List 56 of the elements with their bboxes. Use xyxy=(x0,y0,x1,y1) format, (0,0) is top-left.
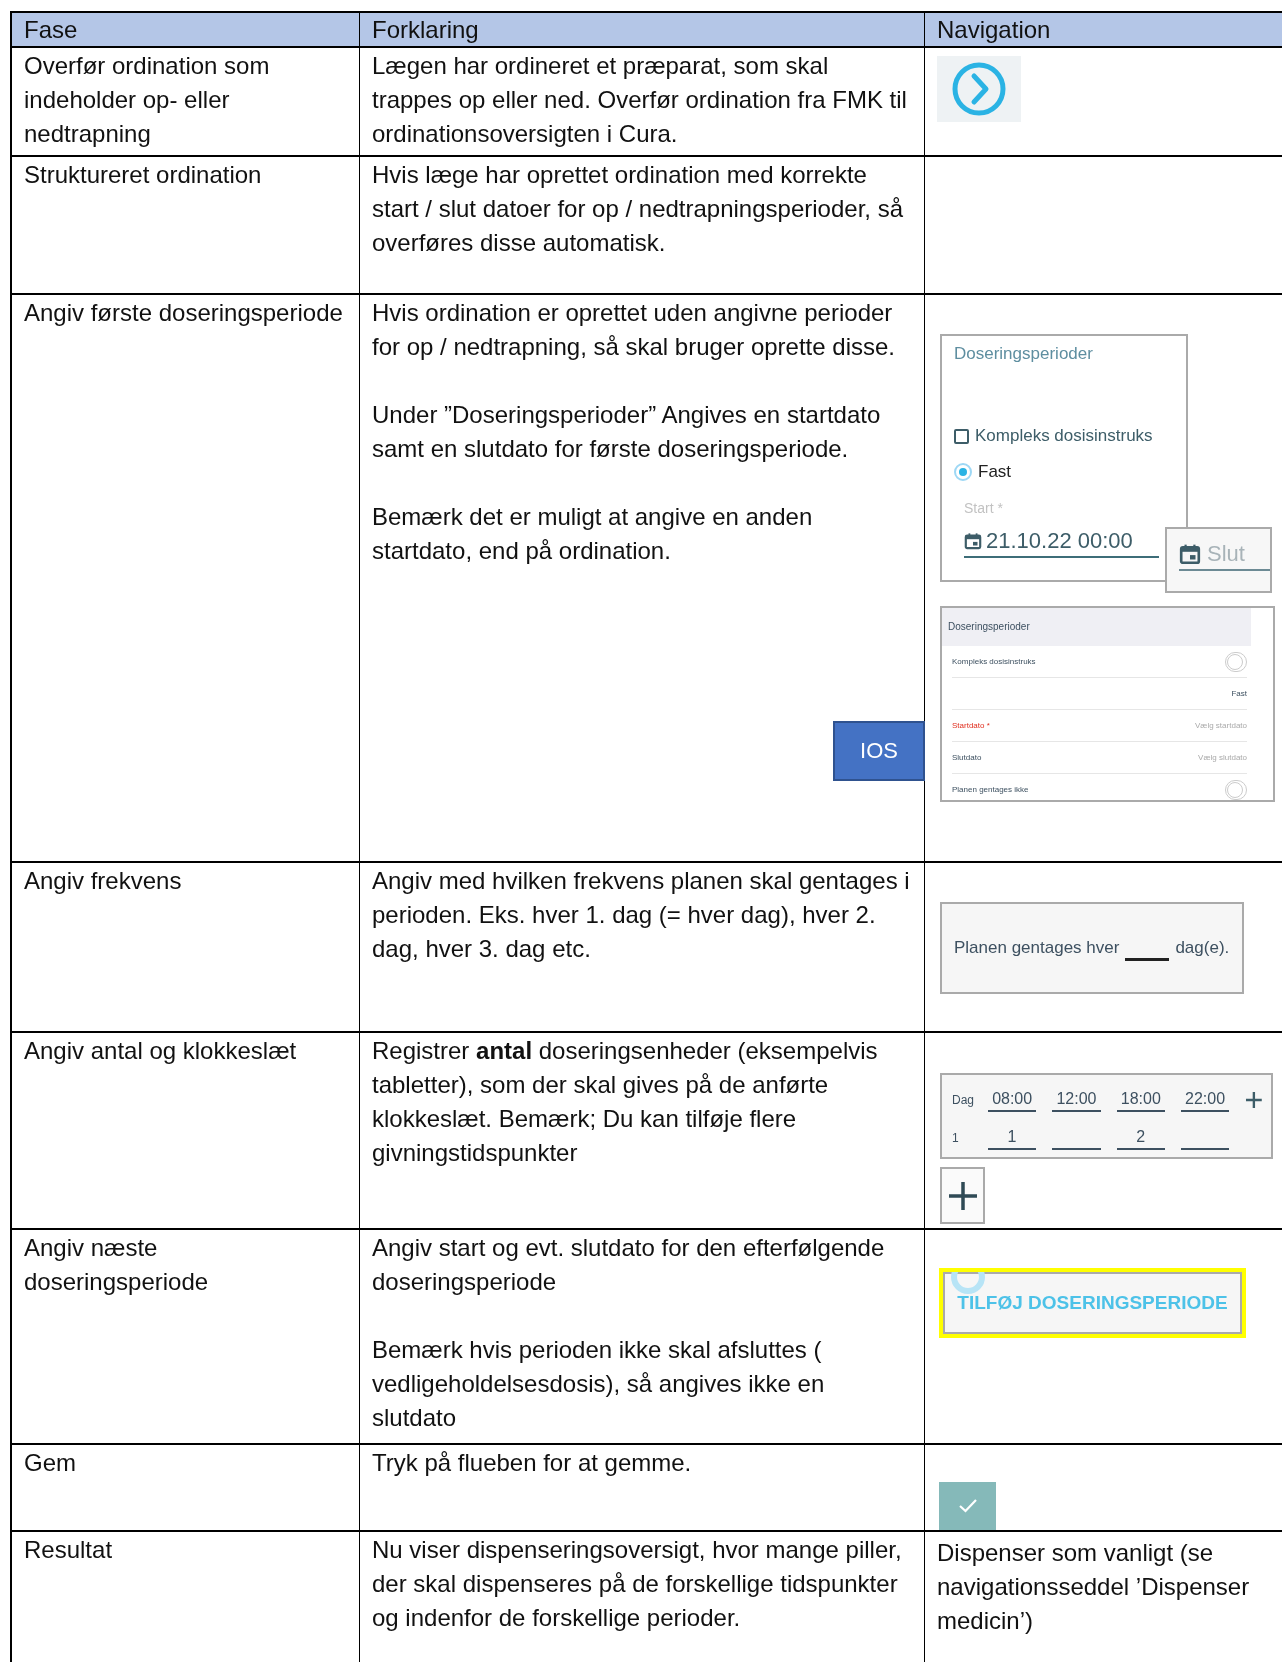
explanation-text: Hvis ordination er oprettet uden angivne perioder for op / nedtrapning, så skal bruger oprette disse. xyxy=(372,298,896,362)
column-header: Fase xyxy=(12,13,360,48)
phase-text: Resultat xyxy=(24,1535,114,1565)
calendar-icon xyxy=(1179,543,1201,565)
field-label: Startdato * xyxy=(952,720,990,731)
frequency-label: Planen gentages hver xyxy=(954,937,1120,959)
explanation-text: Lægen har ordineret et præparat, som skal trappes op eller ned. Overfør ordination fra FMK til ordinationsoversigten i Cura. xyxy=(372,51,908,149)
time-field[interactable]: 12:00 xyxy=(1052,1088,1101,1112)
navigation-text: Dispenser som vanligt (se navigationsseddel ’Dispenser medicin’) xyxy=(937,1538,1251,1636)
explanation-text: Registrer antal doseringsenheder (eksempelvis tabletter), som der skal gives på de anførte klokkeslæt. Bemærk; Du kan tilføje flere givningstidspunkter xyxy=(372,1036,879,1168)
phase-text: Struktureret ordination xyxy=(24,160,263,190)
explanation-text: Under ”Doseringsperioder” Angives en startdato samt en slutdato for første doseringsperiode. xyxy=(372,400,882,464)
value-text: Fast xyxy=(1231,688,1247,699)
time-field[interactable]: 18:00 xyxy=(1116,1088,1165,1112)
amount-field[interactable]: 2 xyxy=(1116,1126,1165,1150)
toggle-switch[interactable] xyxy=(1225,651,1247,672)
plus-icon xyxy=(947,1180,978,1211)
explanation-text: Hvis læge har oprettet ordination med korrekte start / slut datoer for op / nedtrapningsperioder, så overføres disse automatisk. xyxy=(372,160,904,258)
explanation-text: Bemærk hvis perioden ikke skal afsluttes ( vedligeholdelsesdosis), så angives ikke en slutdato xyxy=(372,1335,826,1433)
explanation-text: Bemærk det er muligt at angive en anden startdato, end på ordination. xyxy=(372,502,814,566)
unit-label: dag(e). xyxy=(1175,937,1230,959)
column-header: Navigation xyxy=(925,13,1282,48)
radio-button[interactable] xyxy=(954,463,972,481)
checkbox[interactable] xyxy=(954,428,969,444)
explanation-text: Angiv start og evt. slutdato for den efterfølgende doseringsperiode xyxy=(372,1233,886,1297)
radio-label: Fast xyxy=(978,462,1012,482)
calendar-icon xyxy=(964,532,982,550)
row-number: 1 xyxy=(952,1130,960,1147)
phase-text: Angiv antal og klokkeslæt xyxy=(24,1036,298,1066)
checkbox-label: Kompleks dosisinstruks xyxy=(975,426,1153,446)
plus-icon[interactable] xyxy=(1245,1091,1263,1109)
date-field[interactable]: 21.10.22 00:00 xyxy=(964,528,1159,558)
check-icon xyxy=(957,1498,978,1514)
explanation-text: Nu viser dispenseringsoversigt, hvor mange piller, der skal dispenseres på de forskellige tidspunkter og indenfor de forskellige perioder. xyxy=(372,1535,903,1633)
input-field[interactable] xyxy=(1125,957,1170,961)
toggle-switch[interactable] xyxy=(1225,779,1247,800)
platform-label: IOS xyxy=(833,721,925,781)
setting-label: Kompleks dosisinstruks xyxy=(952,656,1036,667)
phase-text: Gem xyxy=(24,1448,77,1478)
day-label: Dag xyxy=(952,1092,972,1109)
time-field[interactable]: 08:00 xyxy=(988,1088,1037,1112)
phase-text: Overfør ordination som indeholder op- eller nedtrapning xyxy=(24,51,271,149)
phase-text: Angiv frekvens xyxy=(24,866,183,896)
amount-field[interactable]: 1 xyxy=(987,1126,1037,1150)
column-header: Forklaring xyxy=(360,13,925,48)
setting-label: Planen gentages ikke xyxy=(952,784,1029,795)
add-button[interactable] xyxy=(940,1167,985,1224)
phase-text: Angiv næste doseringsperiode xyxy=(24,1233,210,1297)
time-field[interactable]: 22:00 xyxy=(1180,1088,1230,1112)
field-label: Start * xyxy=(964,499,1004,518)
explanation-text: Angiv med hvilken frekvens planen skal gentages i perioden. Eks. hver 1. dag (= hver dag), hver 2. dag, hver 3. dag etc. xyxy=(372,866,911,964)
panel-title: Doseringsperioder xyxy=(954,344,1094,364)
panel-title: Doseringsperioder xyxy=(948,622,1030,632)
phase-text: Angiv første doseringsperiode xyxy=(24,298,344,328)
field-label: Slutdato xyxy=(952,752,982,763)
explanation-text: Tryk på flueben for at gemme. xyxy=(372,1448,693,1478)
